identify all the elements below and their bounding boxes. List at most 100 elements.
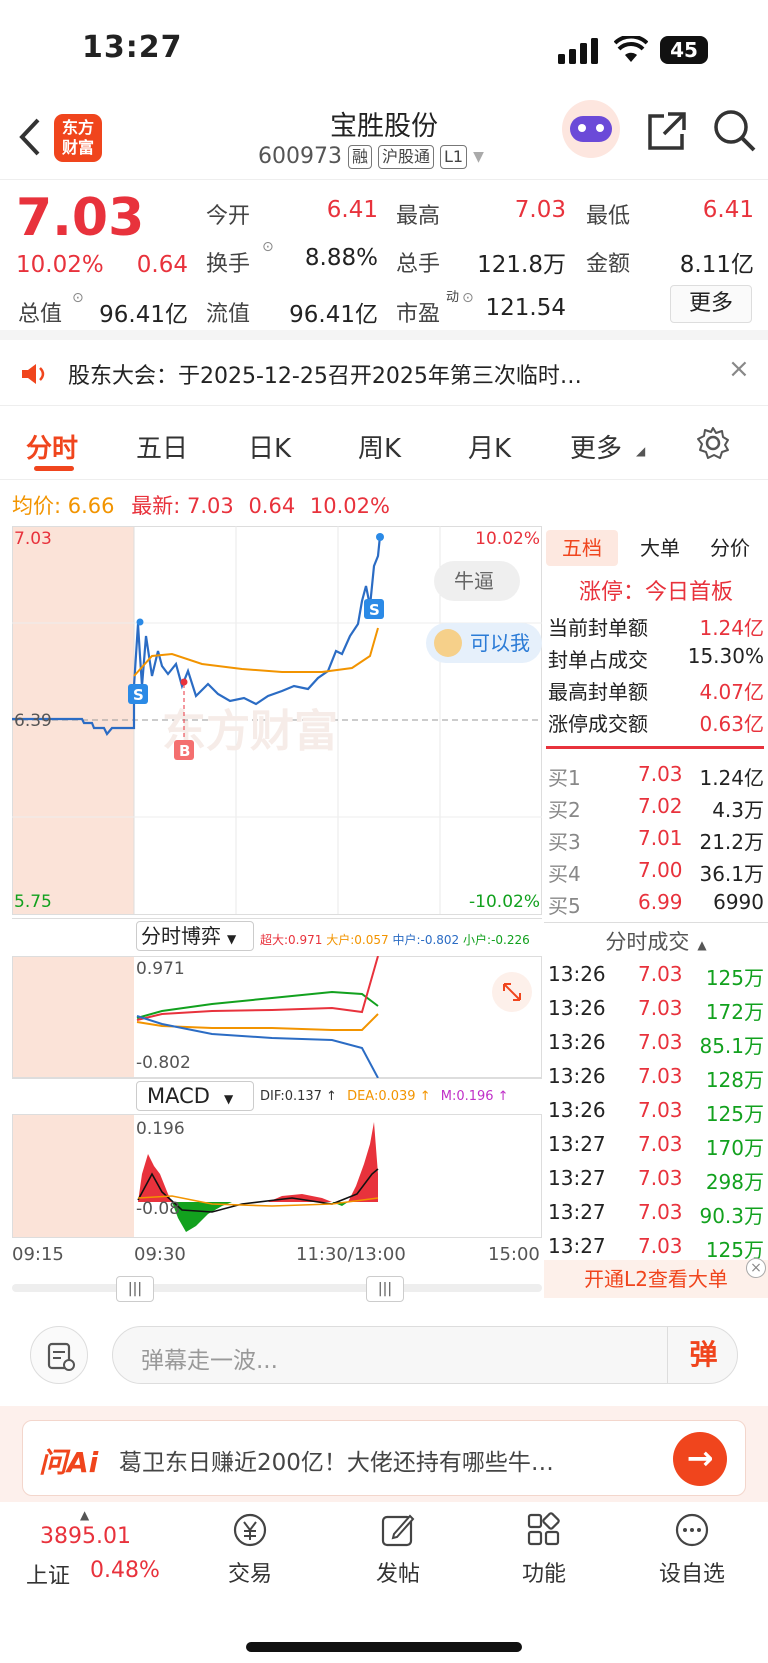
level-tag: L1: [440, 144, 468, 169]
volume-label: 总手: [396, 252, 441, 277]
speaker-icon: [22, 364, 45, 384]
chart-tabs: 分时 五日 日K 周K 月K 更多 ◢: [0, 408, 768, 480]
low-value: 6.41: [702, 197, 754, 223]
danmaku-text: 牛逼: [454, 569, 494, 593]
stock-code-line[interactable]: 600973 融 沪股通 L1 ▼: [258, 144, 484, 169]
tab-more[interactable]: 更多: [570, 428, 622, 465]
open-label: 今开: [206, 204, 251, 229]
settings-gear-icon[interactable]: [696, 426, 730, 460]
battery-icon: 45: [660, 36, 708, 64]
tab-intraday[interactable]: 分时: [26, 428, 78, 465]
danmaku-text: 可以我: [470, 631, 530, 655]
robot-avatar-icon[interactable]: [562, 100, 620, 158]
pct-axis-bottom: -10.02%: [469, 892, 540, 912]
home-indicator: [246, 1642, 522, 1652]
grid-icon: [527, 1512, 560, 1546]
game-chart[interactable]: 0.971 -0.802: [12, 956, 542, 1078]
more-button[interactable]: 更多: [670, 285, 752, 323]
l2-upgrade-banner[interactable]: 开通L2查看大单: [544, 1260, 768, 1298]
time-label: 09:30: [134, 1244, 186, 1265]
caret-down-icon: ▼: [473, 148, 484, 165]
tick-row: 13:26 7.03 85.1万: [548, 1030, 764, 1058]
ticks-title[interactable]: 分时成交 ▲: [544, 926, 768, 956]
bid-row[interactable]: 买1 7.03 1.24亿: [546, 762, 766, 794]
tab-five-level[interactable]: 五档: [546, 530, 618, 566]
search-icon[interactable]: [712, 108, 758, 154]
stat-value: 15.30%: [687, 644, 764, 668]
tab-price-dist[interactable]: 分价: [700, 530, 760, 566]
game-selector[interactable]: 分时博弈 ▼: [136, 921, 254, 951]
caret-icon: ◢: [636, 444, 646, 458]
share-icon[interactable]: [646, 110, 688, 152]
macd-selector[interactable]: MACD ▼: [136, 1081, 254, 1111]
status-bar: 13:27 45: [0, 0, 768, 100]
mcap-value: 96.41亿: [99, 302, 188, 328]
time-label: 09:15: [12, 1244, 64, 1265]
pe-label: 市盈: [396, 302, 441, 327]
tick-row: 13:27 7.03 90.3万: [548, 1200, 764, 1228]
signal-icon: [558, 38, 598, 64]
time-label: 15:00: [488, 1244, 540, 1265]
amount-value: 8.11亿: [679, 252, 754, 278]
connect-tag: 沪股通: [378, 144, 435, 169]
ai-banner[interactable]: 问Ai 葛卫东日赚近200亿！大佬还持有哪些牛… →: [0, 1406, 768, 1510]
tab-weekly-k[interactable]: 周K: [358, 428, 401, 465]
tab-add-watchlist[interactable]: 设自选: [632, 1510, 752, 1588]
tab-trade[interactable]: 交易: [190, 1510, 310, 1588]
tick-row: 13:27 7.03 170万: [548, 1132, 764, 1160]
tab-monthly-k[interactable]: 月K: [468, 428, 511, 465]
tab-post[interactable]: 发帖: [338, 1510, 458, 1588]
intraday-chart[interactable]: 东方财富 B S S 7.03 6.39 5.75 10.02% -10.02%…: [12, 526, 542, 922]
macd-axis-min: -0.08: [136, 1199, 180, 1219]
tab-function[interactable]: 功能: [484, 1510, 604, 1588]
tick-row: 13:26 7.03 128万: [548, 1064, 764, 1092]
tab-indicator: [34, 466, 74, 471]
stat-label: 最高封单额: [548, 680, 648, 704]
close-icon[interactable]: ×: [728, 354, 750, 384]
index-pct[interactable]: 0.48%: [90, 1558, 160, 1583]
comment-list-icon[interactable]: [30, 1326, 88, 1384]
bid-row[interactable]: 买5 6.99 6990: [546, 890, 766, 922]
notice-text: 股东大会：于2025-12-25召开2025年第三次临时…: [68, 364, 582, 389]
tab-big-order[interactable]: 大单: [630, 530, 690, 566]
sell-marker-label: S: [369, 601, 380, 619]
tick-row: 13:26 7.03 125万: [548, 1098, 764, 1126]
rabbit-avatar-icon: [434, 629, 462, 657]
more-dots-icon: [675, 1513, 709, 1547]
close-icon[interactable]: ×: [746, 1258, 766, 1278]
game-legend: 超大:0.971 大户:0.057 中户:-0.802 小户:-0.226: [260, 933, 530, 947]
bid-row[interactable]: 买2 7.02 4.3万: [546, 794, 766, 826]
latest-label: 最新:: [131, 494, 181, 518]
clock: 13:27: [82, 30, 183, 65]
index-value[interactable]: 3895.01: [40, 1524, 131, 1549]
index-name[interactable]: 上证: [26, 1558, 70, 1590]
last-price: 7.03: [16, 188, 145, 248]
notice-bar[interactable]: 股东大会：于2025-12-25召开2025年第三次临时… ×: [0, 340, 768, 406]
latest-change: 0.64: [248, 494, 296, 518]
danmaku-input[interactable]: 弹幕走一波... 弹: [112, 1326, 738, 1384]
edit-icon: [381, 1514, 415, 1547]
yen-icon: [233, 1513, 267, 1547]
stat-label: 当前封单额: [548, 616, 648, 640]
range-handle-left[interactable]: |||: [116, 1276, 154, 1302]
range-scrollbar[interactable]: [12, 1284, 542, 1292]
bid-row[interactable]: 买3 7.01 21.2万: [546, 826, 766, 858]
macd-chart[interactable]: 0.196 -0.08: [12, 1114, 542, 1238]
volume-value: 121.8万: [477, 252, 566, 278]
tab-five-day[interactable]: 五日: [136, 428, 188, 465]
danmaku-send-button[interactable]: 弹: [667, 1327, 739, 1383]
stat-label: 涨停成交额: [548, 712, 648, 736]
latest-pct: 10.02%: [309, 494, 390, 518]
ai-logo: 问Ai: [39, 1446, 99, 1479]
caret-up-icon: ▲: [80, 1508, 90, 1522]
time-label: 11:30/13:00: [296, 1244, 406, 1265]
open-value: 6.41: [326, 197, 378, 223]
info-icon[interactable]: ⊙: [262, 239, 274, 255]
bid-row[interactable]: 买4 7.00 36.1万: [546, 858, 766, 890]
arrow-right-icon[interactable]: →: [673, 1432, 727, 1486]
info-icon[interactable]: ⊙: [462, 290, 474, 306]
turnover-label: 换手: [206, 252, 251, 277]
range-handle-right[interactable]: |||: [366, 1276, 404, 1302]
pe-value: 121.54: [485, 295, 566, 321]
tab-daily-k[interactable]: 日K: [248, 428, 291, 465]
